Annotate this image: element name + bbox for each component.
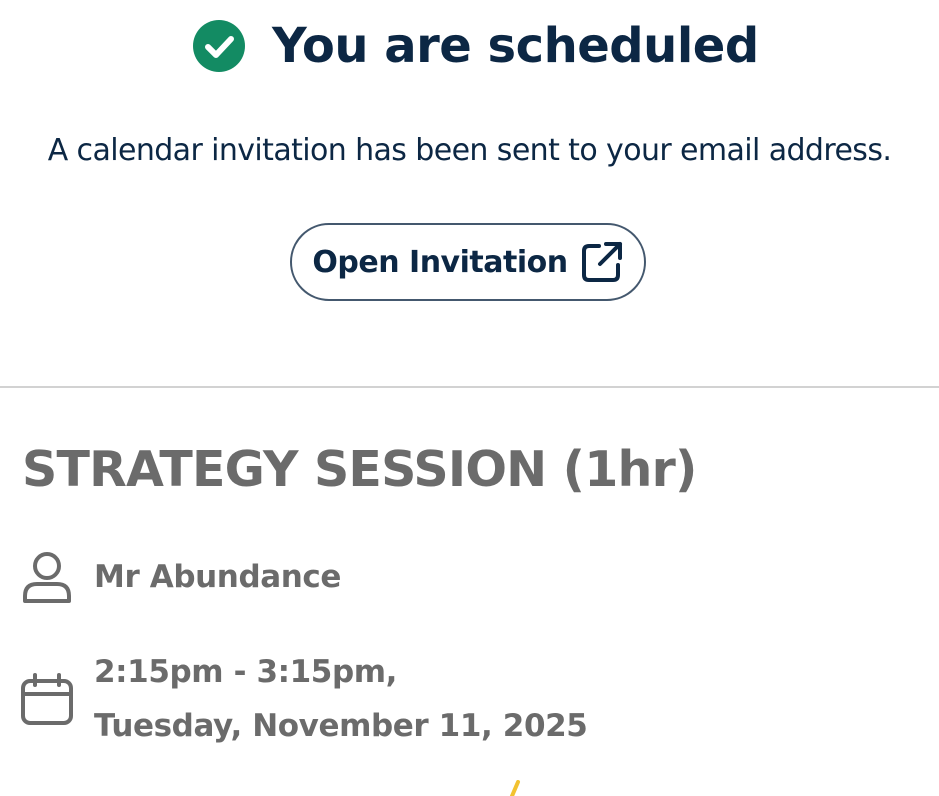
partial-decoration-icon — [500, 780, 530, 796]
check-circle-icon — [193, 20, 245, 72]
calendar-icon — [20, 673, 74, 727]
section-divider — [0, 386, 939, 388]
event-title: STRATEGY SESSION (1hr) — [22, 441, 697, 498]
host-row: Mr Abundance — [20, 550, 341, 604]
open-invitation-button[interactable]: Open Invitation — [290, 223, 646, 301]
person-icon — [20, 550, 74, 604]
page-title: You are scheduled — [272, 18, 759, 74]
external-link-icon — [580, 240, 624, 284]
open-invitation-label: Open Invitation — [312, 244, 568, 280]
title-row: You are scheduled — [193, 14, 759, 78]
invitation-sent-message: A calendar invitation has been sent to y… — [47, 133, 892, 168]
event-date: Tuesday, November 11, 2025 — [94, 708, 588, 744]
host-name: Mr Abundance — [94, 559, 342, 595]
date-time-text: 2:15pm - 3:15pm, Tuesday, November 11, 2… — [74, 645, 588, 753]
date-time-row: 2:15pm - 3:15pm, Tuesday, November 11, 2… — [20, 645, 588, 753]
time-range: 2:15pm - 3:15pm, — [94, 654, 398, 690]
confirmation-page: You are scheduled A calendar invitation … — [0, 0, 939, 796]
